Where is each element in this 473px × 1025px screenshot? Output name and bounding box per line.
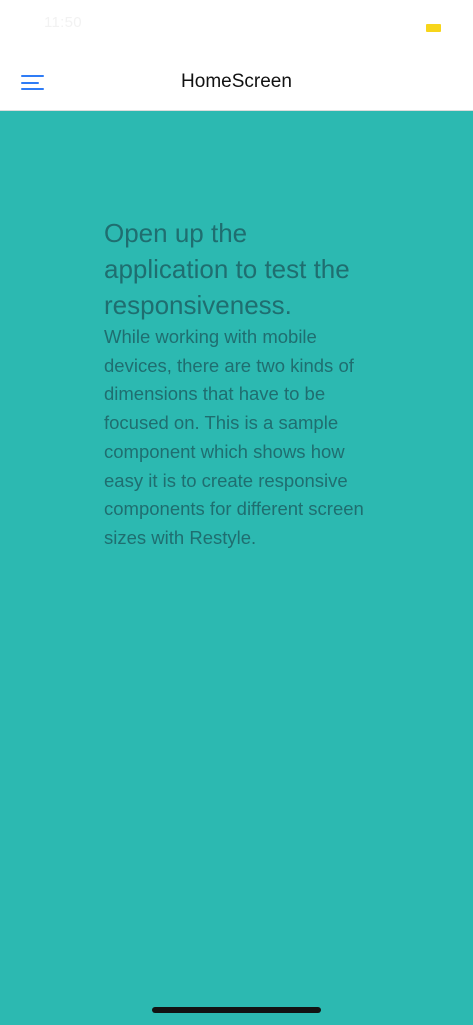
- responsive-text-block: Open up the application to test the resp…: [104, 215, 374, 553]
- status-time: 11:50: [44, 14, 82, 31]
- main-content: Open up the application to test the resp…: [0, 111, 473, 1025]
- battery-icon: [426, 24, 441, 32]
- navigation-header: HomeScreen: [0, 56, 473, 111]
- content-heading: Open up the application to test the resp…: [104, 218, 350, 320]
- content-body: While working with mobile devices, there…: [104, 326, 364, 548]
- status-bar: 11:50: [0, 0, 473, 56]
- home-indicator[interactable]: [152, 1007, 321, 1013]
- app-screen: 11:50 HomeScreen Open up the application…: [0, 0, 473, 1025]
- page-title: HomeScreen: [181, 71, 292, 92]
